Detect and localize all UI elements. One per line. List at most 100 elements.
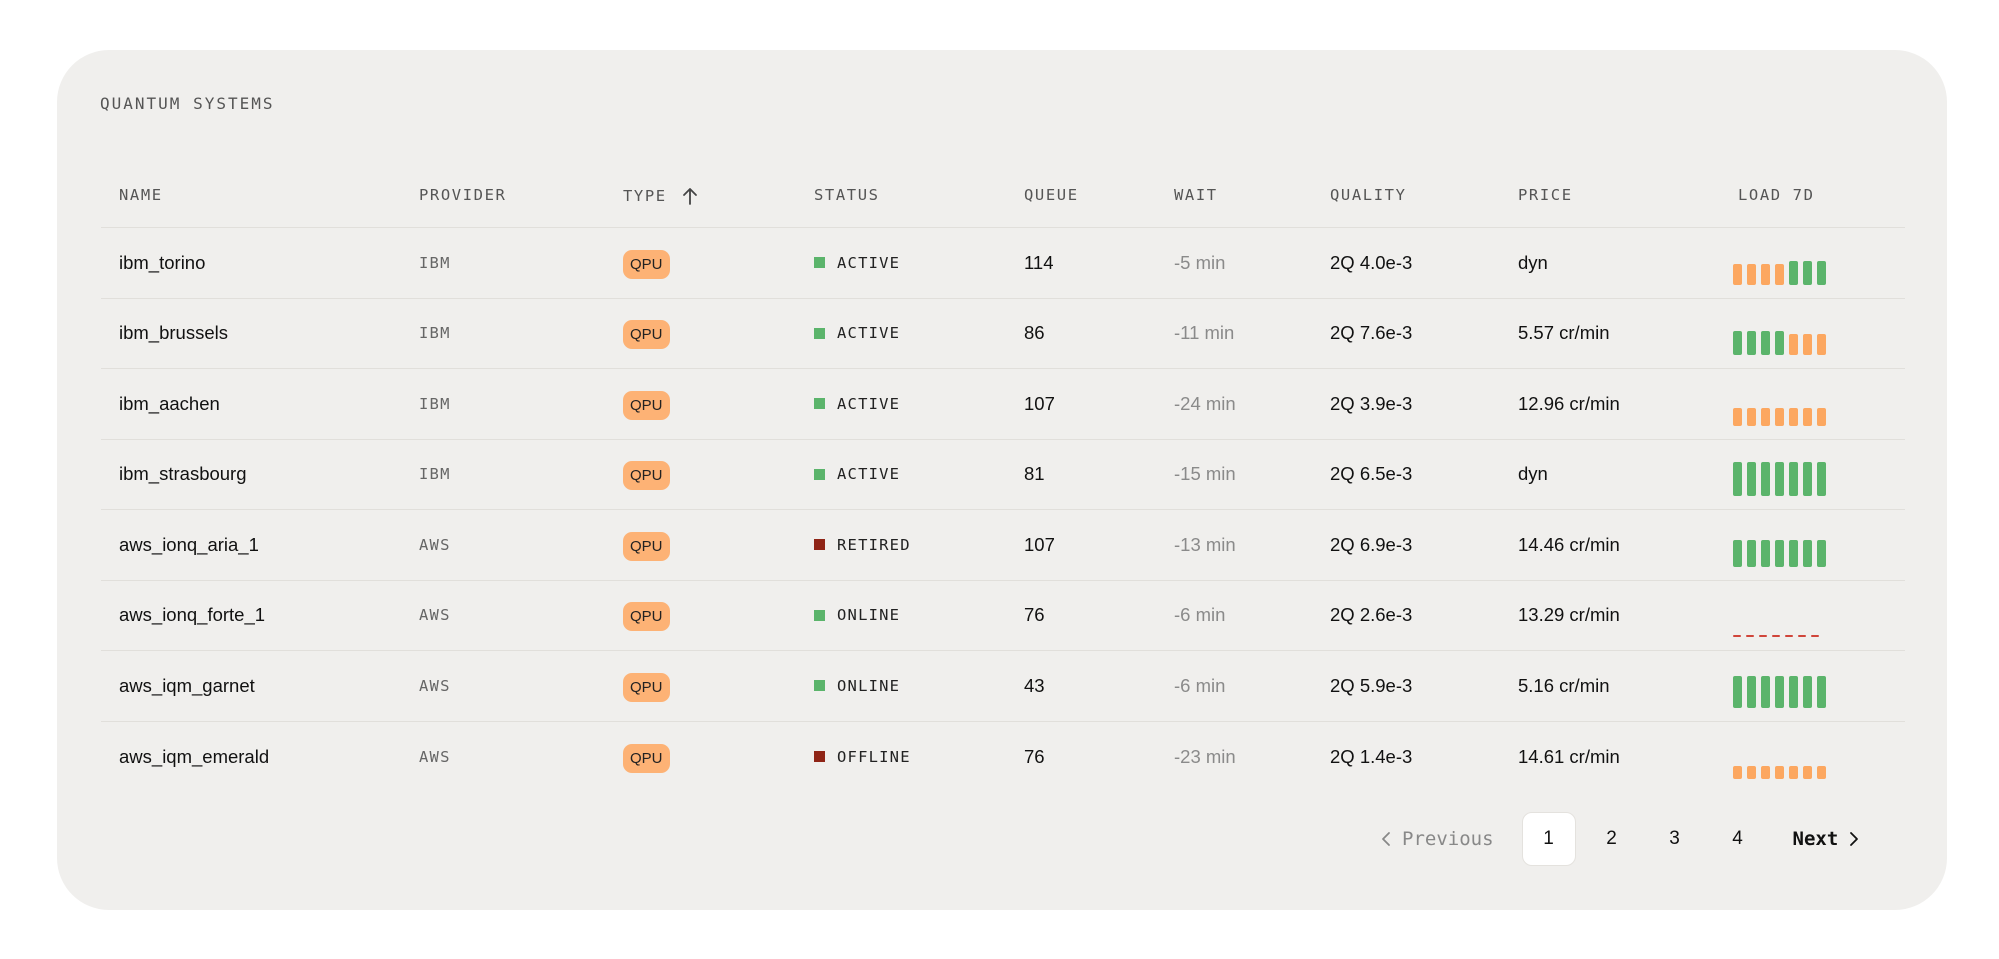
system-name[interactable]: aws_iqm_emerald bbox=[119, 746, 269, 768]
type-badge-cell: QPU bbox=[623, 390, 670, 420]
load-sparkline bbox=[1733, 533, 1826, 567]
load-bar bbox=[1817, 334, 1826, 355]
load-bar bbox=[1775, 407, 1784, 426]
status-label: ACTIVE bbox=[837, 394, 901, 413]
type-badge-cell: QPU bbox=[623, 249, 670, 279]
provider-label: IBM bbox=[419, 465, 451, 484]
load-bar bbox=[1733, 407, 1742, 426]
column-header-load[interactable]: LOAD 7D bbox=[1738, 186, 1815, 204]
load-bar bbox=[1747, 462, 1756, 496]
status-label: ACTIVE bbox=[837, 324, 901, 343]
price-value: 14.46 cr/min bbox=[1518, 533, 1620, 555]
load-bar bbox=[1775, 263, 1784, 285]
load-bar bbox=[1775, 539, 1784, 567]
column-header-name[interactable]: NAME bbox=[119, 186, 163, 204]
system-name[interactable]: aws_iqm_garnet bbox=[119, 675, 255, 697]
type-badge: QPU bbox=[623, 320, 670, 350]
page-2-button[interactable]: 2 bbox=[1585, 812, 1639, 866]
type-badge: QPU bbox=[623, 390, 670, 420]
next-page-button[interactable]: Next bbox=[1793, 828, 1861, 850]
load-bar bbox=[1803, 675, 1812, 708]
column-header-wait[interactable]: WAIT bbox=[1174, 186, 1218, 204]
load-bar bbox=[1761, 331, 1770, 355]
column-header-provider[interactable]: PROVIDER bbox=[419, 186, 506, 204]
wait-value: -23 min bbox=[1174, 745, 1236, 767]
wait-value: -11 min bbox=[1174, 322, 1235, 344]
system-name[interactable]: aws_ionq_forte_1 bbox=[119, 604, 265, 626]
load-bar bbox=[1817, 407, 1826, 426]
status-label: OFFLINE bbox=[837, 747, 911, 766]
quality-value: 2Q 2.6e-3 bbox=[1330, 604, 1413, 626]
table-row[interactable]: ibm_torino IBM QPU ACTIVE 114 -5 min 2Q … bbox=[101, 228, 1905, 299]
column-header-price[interactable]: PRICE bbox=[1518, 186, 1573, 204]
price-value: 5.16 cr/min bbox=[1518, 674, 1610, 696]
status-indicator: OFFLINE bbox=[814, 748, 911, 766]
column-header-queue[interactable]: QUEUE bbox=[1024, 186, 1079, 204]
load-bar bbox=[1803, 462, 1812, 496]
status-indicator: ACTIVE bbox=[814, 254, 900, 272]
load-bar bbox=[1747, 407, 1756, 426]
load-bar bbox=[1761, 407, 1770, 426]
wait-value: -6 min bbox=[1174, 604, 1226, 626]
status-dot bbox=[814, 468, 825, 480]
load-bar bbox=[1733, 331, 1742, 355]
table-row[interactable]: ibm_aachen IBM QPU ACTIVE 107 -24 min 2Q… bbox=[101, 369, 1905, 440]
system-name[interactable]: ibm_strasbourg bbox=[119, 463, 247, 485]
system-name[interactable]: ibm_brussels bbox=[119, 322, 228, 344]
load-bar bbox=[1803, 334, 1812, 355]
column-header-quality[interactable]: QUALITY bbox=[1330, 186, 1407, 204]
load-sparkline bbox=[1733, 251, 1826, 285]
queue-value: 107 bbox=[1024, 533, 1055, 555]
type-badge: QPU bbox=[623, 461, 670, 491]
system-name[interactable]: ibm_aachen bbox=[119, 393, 220, 415]
system-name[interactable]: aws_ionq_aria_1 bbox=[119, 534, 259, 556]
status-label: ACTIVE bbox=[837, 465, 901, 484]
provider-label: IBM bbox=[419, 253, 451, 272]
load-bar bbox=[1747, 675, 1756, 708]
load-bar bbox=[1817, 462, 1826, 496]
status-indicator: ONLINE bbox=[814, 606, 900, 624]
load-bar bbox=[1733, 675, 1742, 708]
quality-value: 2Q 5.9e-3 bbox=[1330, 674, 1413, 696]
type-badge-cell: QPU bbox=[623, 672, 670, 702]
load-bar bbox=[1772, 635, 1780, 637]
quality-value: 2Q 7.6e-3 bbox=[1330, 322, 1413, 344]
page-1-button[interactable]: 1 bbox=[1521, 812, 1576, 866]
page-3-button[interactable]: 3 bbox=[1648, 812, 1702, 866]
table-row[interactable]: aws_iqm_emerald AWS QPU OFFLINE 76 -23 m… bbox=[101, 722, 1905, 793]
type-badge: QPU bbox=[623, 743, 670, 773]
table-row[interactable]: aws_ionq_forte_1 AWS QPU ONLINE 76 -6 mi… bbox=[101, 581, 1905, 651]
load-bar bbox=[1733, 263, 1742, 285]
load-bar bbox=[1747, 766, 1756, 779]
table-header: NAME PROVIDER TYPE STATUS QUEUE WAIT QUA… bbox=[101, 160, 1905, 228]
quality-value: 2Q 3.9e-3 bbox=[1330, 392, 1413, 414]
card-title: QUANTUM SYSTEMS bbox=[100, 94, 275, 113]
quality-value: 2Q 4.0e-3 bbox=[1330, 251, 1413, 273]
type-badge-cell: QPU bbox=[623, 320, 670, 350]
table-row[interactable]: ibm_brussels IBM QPU ACTIVE 86 -11 min 2… bbox=[101, 299, 1905, 369]
status-indicator: ACTIVE bbox=[814, 395, 900, 413]
table-row[interactable]: aws_ionq_aria_1 AWS QPU RETIRED 107 -13 … bbox=[101, 510, 1905, 581]
column-header-status[interactable]: STATUS bbox=[814, 186, 880, 204]
load-bar bbox=[1817, 766, 1826, 779]
type-badge-cell: QPU bbox=[623, 602, 670, 632]
system-name[interactable]: ibm_torino bbox=[119, 252, 205, 274]
previous-page-button[interactable]: Previous bbox=[1380, 828, 1494, 850]
arrow-up-icon[interactable] bbox=[681, 186, 699, 206]
queue-value: 43 bbox=[1024, 674, 1045, 696]
chevron-right-icon bbox=[1850, 832, 1859, 846]
page-4-button[interactable]: 4 bbox=[1711, 812, 1765, 866]
table-row[interactable]: ibm_strasbourg IBM QPU ACTIVE 81 -15 min… bbox=[101, 440, 1905, 510]
load-bar bbox=[1761, 766, 1770, 779]
provider-label: IBM bbox=[419, 324, 451, 343]
load-sparkline bbox=[1733, 745, 1826, 779]
load-bar bbox=[1747, 331, 1756, 355]
load-bar bbox=[1759, 635, 1767, 637]
table-row[interactable]: aws_iqm_garnet AWS QPU ONLINE 43 -6 min … bbox=[101, 651, 1905, 722]
price-value: 5.57 cr/min bbox=[1518, 322, 1610, 344]
provider-label: AWS bbox=[419, 606, 451, 625]
type-badge: QPU bbox=[623, 249, 670, 279]
column-header-type[interactable]: TYPE bbox=[623, 186, 699, 206]
type-badge: QPU bbox=[623, 531, 670, 561]
table-body: ibm_torino IBM QPU ACTIVE 114 -5 min 2Q … bbox=[101, 228, 1905, 792]
